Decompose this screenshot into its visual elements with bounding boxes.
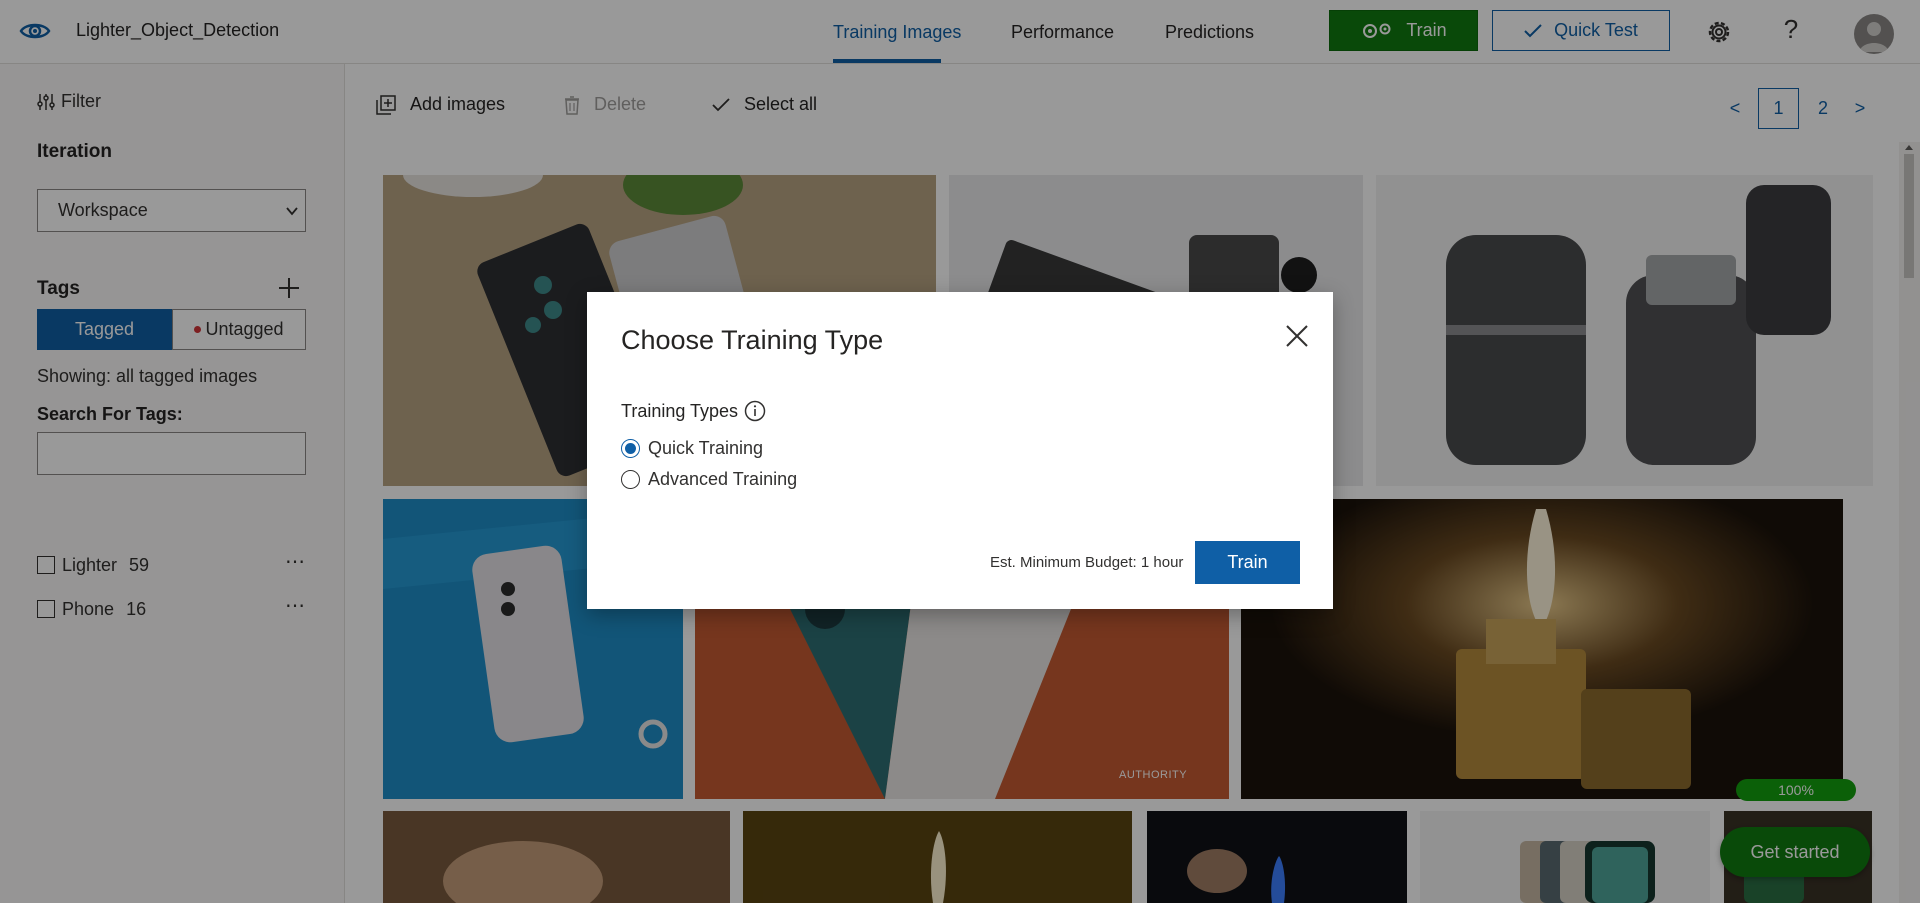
quick-training-label: Quick Training xyxy=(648,438,764,458)
choose-training-type-dialog: Choose Training Type Training Types Quic… xyxy=(587,292,1333,609)
info-icon[interactable] xyxy=(744,400,766,422)
close-icon[interactable] xyxy=(1284,323,1310,349)
training-types-label-row: Training Types xyxy=(621,400,766,422)
dialog-train-button[interactable]: Train xyxy=(1195,541,1300,584)
estimated-budget-text: Est. Minimum Budget: 1 hour xyxy=(990,554,1184,571)
advanced-training-option[interactable]: Advanced Training xyxy=(621,469,797,490)
advanced-training-label: Advanced Training xyxy=(648,469,798,489)
quick-training-radio[interactable] xyxy=(621,439,640,458)
advanced-training-radio[interactable] xyxy=(621,470,640,489)
dialog-title: Choose Training Type xyxy=(621,325,884,355)
quick-training-option[interactable]: Quick Training xyxy=(621,438,763,459)
training-types-label: Training Types xyxy=(621,400,739,421)
